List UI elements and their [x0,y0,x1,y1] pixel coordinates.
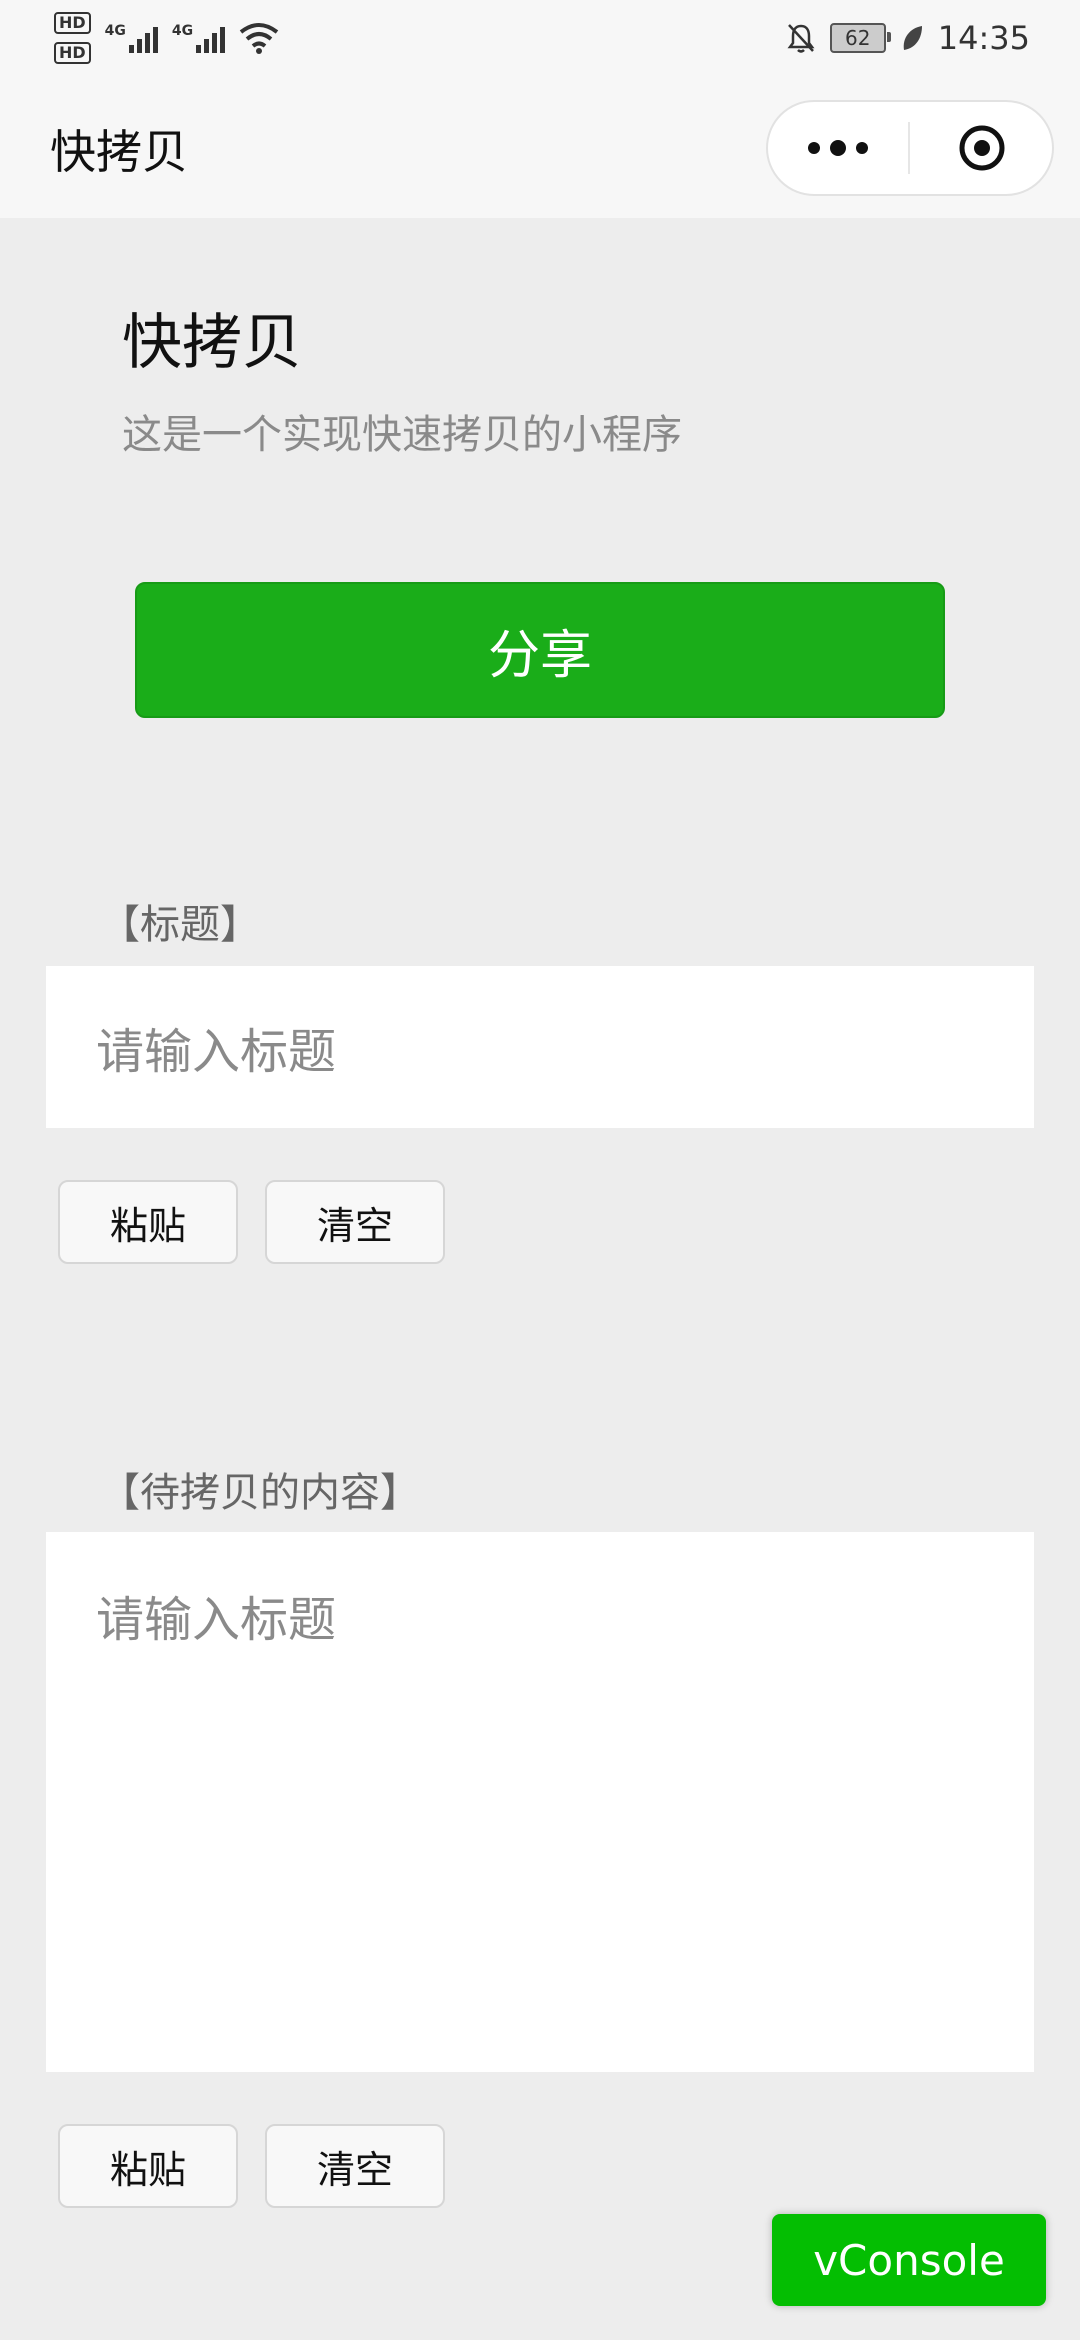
hd-icon: HD [54,12,91,34]
share-button[interactable]: 分享 [135,582,945,718]
title-input[interactable]: 请输入标题 [46,966,1034,1128]
page-title: 快拷贝 [122,308,302,378]
more-dots-icon[interactable] [768,102,908,194]
battery-icon: 62 [829,23,891,53]
sim-indicators: HD HD [54,12,91,64]
wifi-icon [239,23,279,54]
mute-bell-icon [787,24,815,53]
page-description: 这是一个实现快速拷贝的小程序 [122,412,682,458]
title-paste-button[interactable]: 粘贴 [58,1180,238,1264]
network-type-label: 4G [104,23,126,39]
status-bar-left: HD HD 4G 4G [54,8,279,68]
vconsole-button[interactable]: vConsole [772,2214,1046,2306]
nav-title: 快拷贝 [50,125,188,179]
capsule-divider [908,122,910,174]
title-clear-button[interactable]: 清空 [265,1180,445,1264]
leaf-icon [903,26,922,50]
signal-icon: 4G [171,23,226,53]
network-type-label: 4G [171,23,194,39]
menu-capsule [766,100,1054,196]
status-bar-right: 62 14:35 [786,14,1030,62]
content-section-label: 【待拷贝的内容】 [100,1470,420,1516]
title-section-label: 【标题】 [100,902,260,948]
hd-icon: HD [54,42,91,64]
clock: 14:35 [937,19,1030,57]
signal-icon: 4G [105,23,158,53]
content-paste-button[interactable]: 粘贴 [58,2124,238,2208]
target-close-icon[interactable] [958,124,1006,172]
content-clear-button[interactable]: 清空 [265,2124,445,2208]
content-textarea[interactable]: 请输入标题 [46,1532,1034,2072]
navigation-bar: 快拷贝 [0,76,1080,218]
status-bar: HD HD 4G 4G 62 14:35 [0,0,1080,76]
